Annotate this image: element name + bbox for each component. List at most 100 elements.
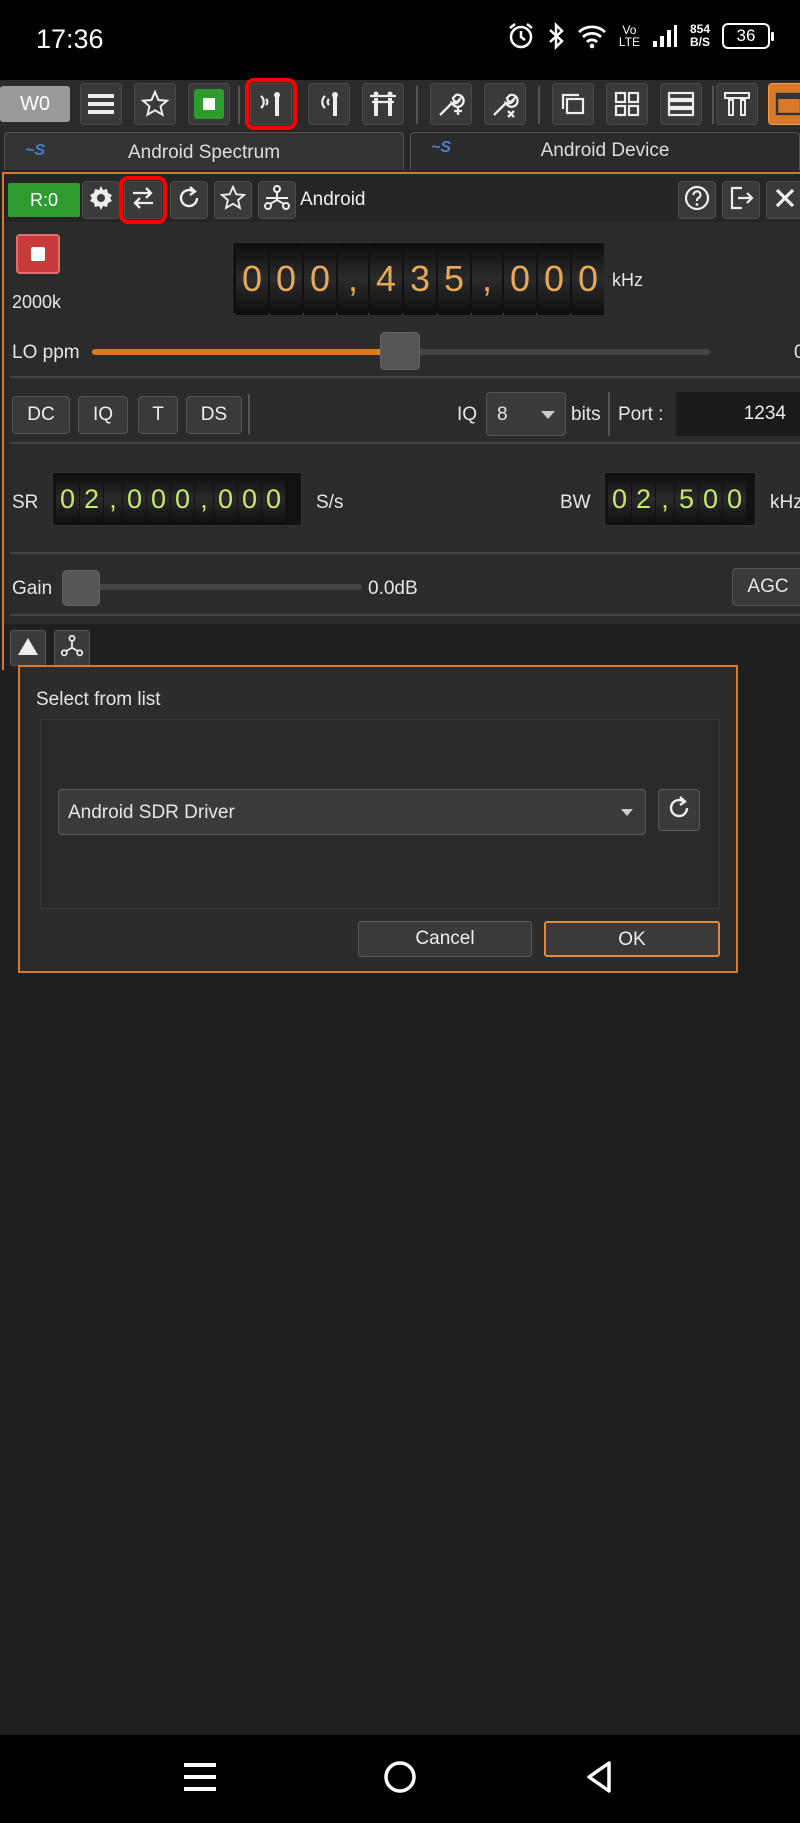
wifi-icon: [577, 23, 607, 49]
add-mimo-device-button[interactable]: [362, 83, 404, 125]
gain-slider-handle[interactable]: [62, 570, 100, 606]
swap-arrows-icon: [130, 186, 156, 215]
network-speed: 854 B/S: [689, 22, 710, 49]
wrench-plus-icon: [436, 89, 466, 119]
stack-windows-button[interactable]: [660, 83, 702, 125]
iq-correction-button[interactable]: IQ: [78, 396, 128, 434]
refresh-icon: [666, 795, 692, 826]
change-device-button[interactable]: [119, 176, 167, 224]
digit-separator: ,: [104, 473, 122, 525]
divider: [10, 376, 800, 378]
workspace-button[interactable]: W0: [0, 86, 70, 122]
cascade-windows-button[interactable]: [552, 83, 594, 125]
digit-cell[interactable]: 4: [370, 243, 402, 315]
status-bar: 17:36 Vo LTE 854 B/S 36: [0, 0, 800, 80]
gear-icon: [88, 185, 114, 216]
add-feature-button[interactable]: [430, 83, 472, 125]
gain-value: 0.0dB: [368, 578, 418, 599]
digit-cell[interactable]: 0: [56, 473, 79, 525]
tab-android-device[interactable]: ~S Android Device: [410, 132, 800, 170]
sample-rate-dial[interactable]: 02,000,000: [52, 472, 302, 526]
digit-cell[interactable]: 0: [699, 473, 722, 525]
antenna-tx-icon: [315, 90, 343, 118]
bluetooth-icon: [547, 22, 565, 50]
digit-cell[interactable]: 5: [438, 243, 470, 315]
ok-button[interactable]: OK: [544, 921, 720, 957]
star-icon: [141, 90, 169, 118]
bw-label: BW: [560, 492, 591, 513]
digit-cell[interactable]: 0: [171, 473, 194, 525]
digit-cell[interactable]: 0: [238, 473, 261, 525]
reload-device-button[interactable]: [170, 181, 208, 219]
cascade-icon: [559, 90, 587, 118]
digit-cell[interactable]: 5: [675, 473, 698, 525]
bandwidth-dial[interactable]: 02,500: [604, 472, 756, 526]
toolbar-separator: [416, 86, 418, 124]
recent-apps-icon[interactable]: [184, 1759, 216, 1795]
main-toolbar: W0: [0, 78, 800, 130]
digit-cell[interactable]: 0: [214, 473, 237, 525]
back-icon[interactable]: [584, 1759, 614, 1795]
favorites-button[interactable]: [134, 83, 176, 125]
agc-button[interactable]: AGC: [732, 568, 800, 606]
home-icon[interactable]: [382, 1759, 418, 1795]
device-sets-button[interactable]: [54, 630, 90, 666]
rack-layout-button[interactable]: [716, 83, 758, 125]
dialog-title: Select from list: [36, 689, 161, 710]
refresh-list-button[interactable]: [658, 789, 700, 831]
exit-arrow-icon: [728, 185, 754, 216]
digit-cell[interactable]: 0: [304, 243, 336, 315]
close-device-button[interactable]: [766, 181, 800, 219]
digit-cell[interactable]: 0: [723, 473, 746, 525]
digit-cell[interactable]: 0: [608, 473, 631, 525]
tile-windows-button[interactable]: [606, 83, 648, 125]
grid-icon: [614, 91, 640, 117]
device-presets-button[interactable]: [214, 181, 252, 219]
lo-ppm-value: 0: [794, 342, 800, 363]
move-to-workspace-button[interactable]: [722, 181, 760, 219]
tab-android-spectrum[interactable]: ~S Android Spectrum: [4, 132, 404, 170]
stop-square-icon: [194, 89, 224, 119]
device-sets-button[interactable]: [258, 181, 296, 219]
digit-cell[interactable]: 0: [236, 243, 268, 315]
help-button[interactable]: [678, 181, 716, 219]
iq-bits-select[interactable]: 8: [486, 392, 566, 436]
divider: [248, 394, 250, 434]
bandwidth-unit: kHz: [770, 492, 800, 513]
lo-ppm-slider-fill: [92, 349, 401, 355]
digit-cell[interactable]: 0: [504, 243, 536, 315]
direct-sampling-button[interactable]: DS: [186, 396, 242, 434]
digit-cell[interactable]: 0: [147, 473, 170, 525]
channel-index-badge[interactable]: R:0: [8, 183, 80, 217]
port-input[interactable]: [676, 392, 800, 436]
cancel-button[interactable]: Cancel: [358, 921, 532, 957]
dc-correction-button[interactable]: DC: [12, 396, 70, 434]
menu-icon: [88, 93, 114, 115]
transverter-button[interactable]: T: [138, 396, 178, 434]
device-settings-button[interactable]: [82, 181, 120, 219]
add-tx-device-button[interactable]: [308, 83, 350, 125]
rack-columns-icon: [723, 90, 751, 118]
antenna-mimo-icon: [368, 90, 398, 118]
digit-cell[interactable]: 0: [262, 473, 285, 525]
menu-button[interactable]: [80, 83, 122, 125]
device-stop-button[interactable]: [16, 234, 60, 274]
digit-cell[interactable]: 2: [632, 473, 655, 525]
add-rx-device-button[interactable]: [245, 78, 297, 130]
digit-cell[interactable]: 0: [572, 243, 604, 315]
lo-ppm-slider-handle[interactable]: [380, 332, 420, 370]
digit-cell[interactable]: 0: [538, 243, 570, 315]
spectrum-button[interactable]: [10, 630, 46, 666]
remove-feature-button[interactable]: [484, 83, 526, 125]
select-device-dialog: Select from list Android SDR Driver Canc…: [18, 665, 738, 973]
digit-cell[interactable]: 2: [80, 473, 103, 525]
workspace-tabs: ~S Android Spectrum ~S Android Device: [0, 130, 800, 172]
gain-slider-track[interactable]: [64, 584, 362, 590]
device-driver-select[interactable]: Android SDR Driver: [58, 789, 646, 835]
center-frequency-dial[interactable]: 000,435,000: [232, 242, 604, 315]
digit-cell[interactable]: 0: [270, 243, 302, 315]
digit-cell[interactable]: 0: [123, 473, 146, 525]
digit-cell[interactable]: 3: [404, 243, 436, 315]
stop-all-button[interactable]: [188, 83, 230, 125]
window-layout-button[interactable]: [768, 83, 800, 125]
